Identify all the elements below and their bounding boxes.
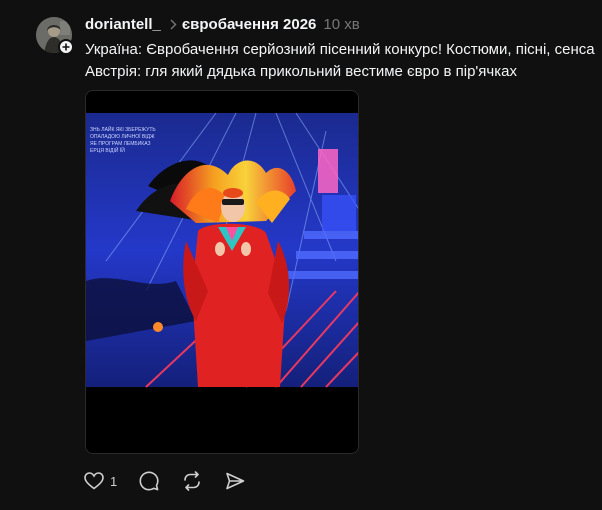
post-text-line: Австрія: гля який дядька прикольний вест… [85,63,517,80]
comment-button[interactable] [139,470,159,492]
repost-icon [184,471,201,491]
like-button[interactable]: 1 [84,470,139,492]
share-button[interactable] [225,470,245,492]
post-text-line: Україна: Євробачення серйозний пісенний … [85,41,595,58]
post-timestamp[interactable]: 10 хв [323,16,359,33]
post-media-image[interactable]: ЗНЬ ЛАЙК ЯКІ ЗБЕРЕЖУТЬ ОПАЛАДОЮ ЛИЧНОЇ В… [85,90,359,454]
heart-icon [84,472,104,490]
comment-icon [139,471,159,491]
post-text: Україна: Євробачення серйозний пісенний … [85,39,602,83]
media-overlay-text: ЕРЦЯ ВІДІЙ ЇЙ [90,146,125,154]
media-overlay-text: ОПАЛАДОЮ ЛИЧНОЇ ВІДЖ [90,133,155,140]
share-icon [226,472,245,490]
repost-button[interactable] [182,470,202,492]
chevron-right-icon [170,19,177,30]
avatar[interactable] [36,17,74,55]
post-actions: 1 [84,470,245,492]
post-header: doriantell_ євробачення 2026 10 хв [85,14,360,34]
media-overlay-text: ЗНЬ ЛАЙК ЯКІ ЗБЕРЕЖУТЬ [90,125,156,133]
like-count: 1 [110,473,118,489]
media-overlay-text: ЯЕ ПРОГРАМ ЛЕМБИКАЗ [90,141,151,147]
follow-plus-icon[interactable] [58,39,74,55]
post: doriantell_ євробачення 2026 10 хв Украї… [0,0,602,510]
username-link[interactable]: doriantell_ [85,16,161,33]
topic-tag-link[interactable]: євробачення 2026 [182,16,317,33]
